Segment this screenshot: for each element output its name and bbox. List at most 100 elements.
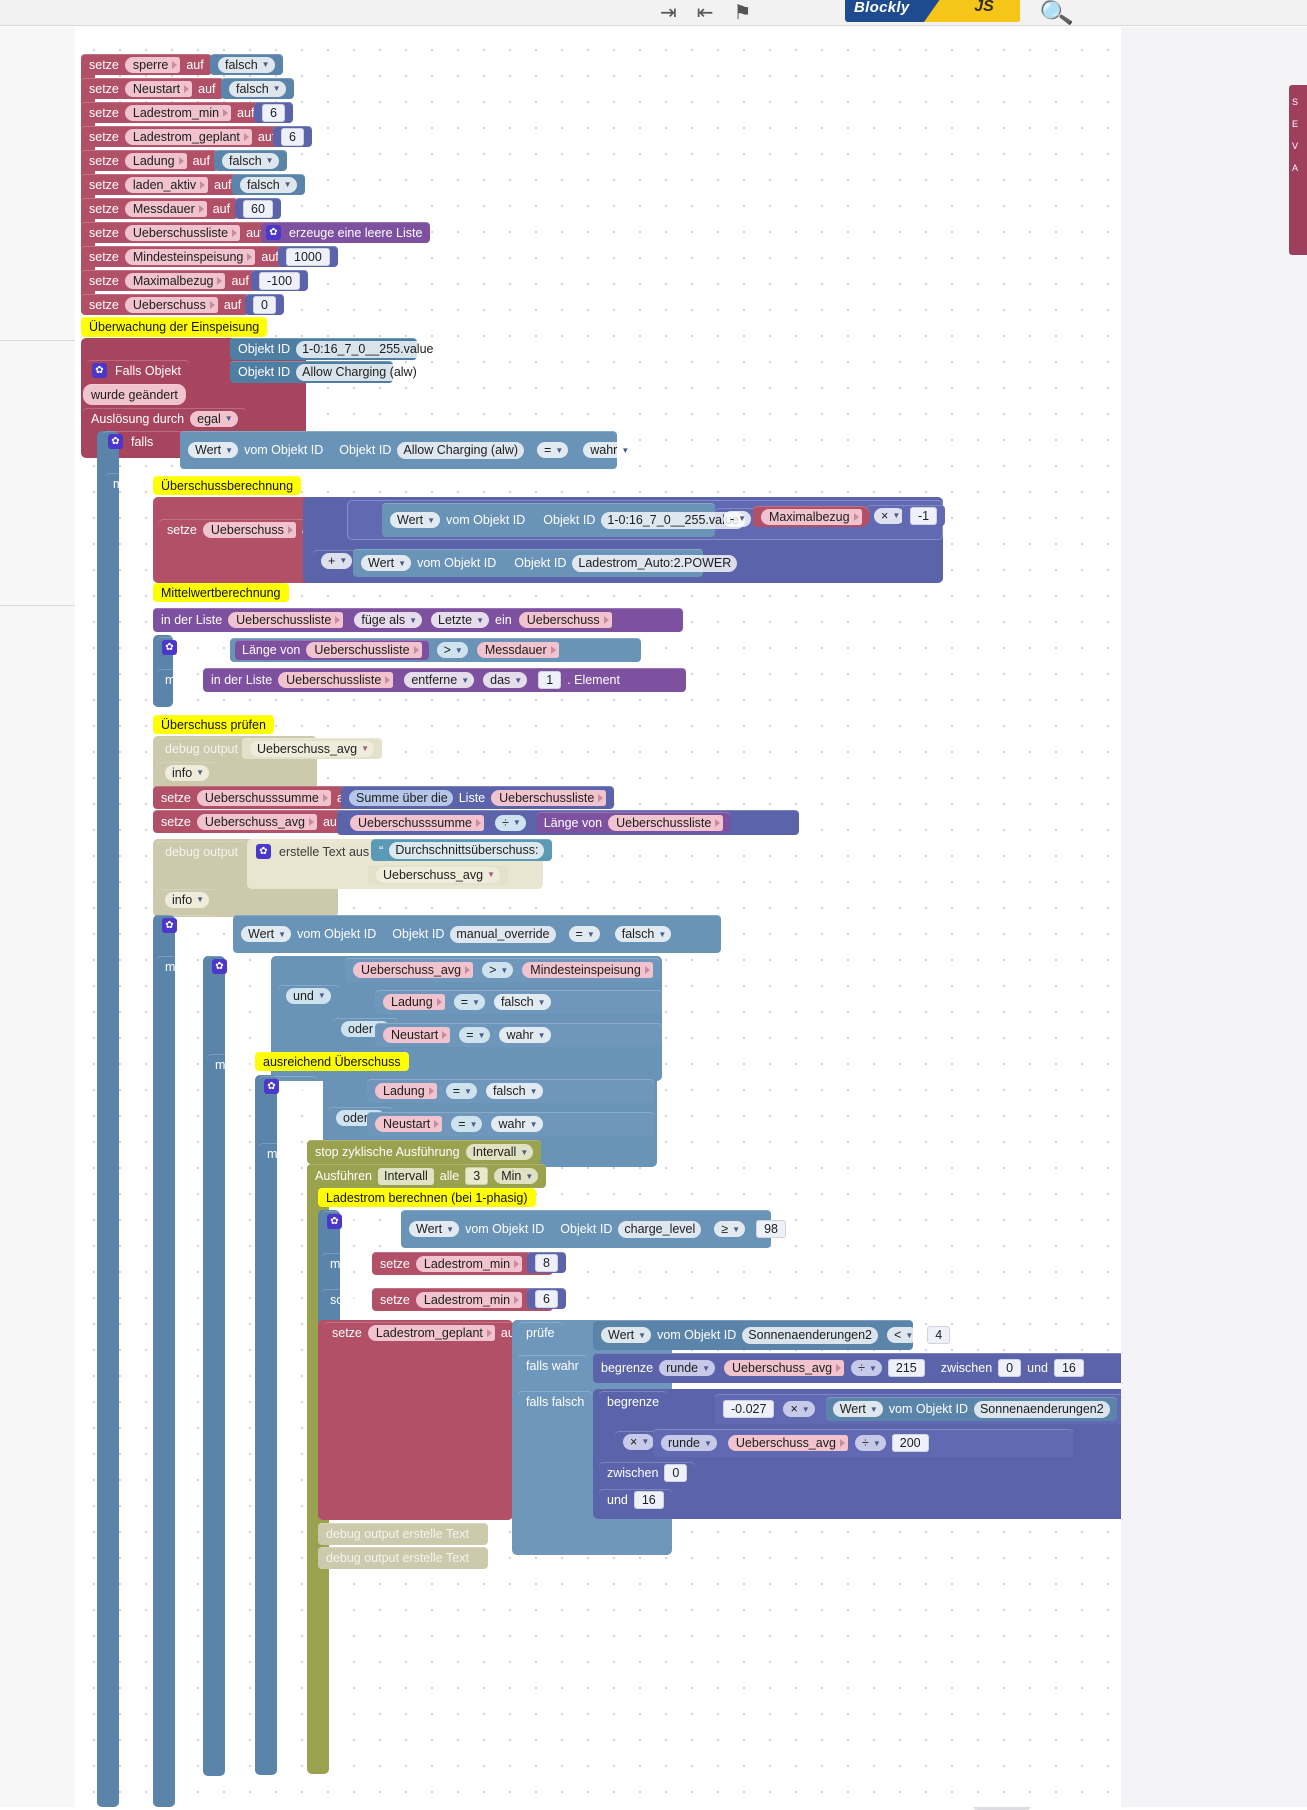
operator-dropdown[interactable]: > ▼	[436, 642, 468, 658]
set-variable-block[interactable]: setze laden_aktiv auf	[81, 174, 240, 195]
number-value-block[interactable]: -100	[251, 270, 309, 291]
number-field[interactable]: 4	[927, 1326, 951, 1344]
operator-dropdown[interactable]: = ▼	[537, 442, 569, 458]
variable-field[interactable]: Ueberschuss_avg	[724, 1360, 845, 1376]
variable-field[interactable]: Ueberschussliste	[306, 642, 422, 658]
operator-dropdown[interactable]: × ▼	[623, 1433, 655, 1450]
gear-icon[interactable]: ✿	[266, 225, 281, 240]
compare-block[interactable]: Wert ▼ vom Objekt ID Objekt ID charge_lev…	[401, 1210, 786, 1248]
variable-field[interactable]: Ueberschussliste	[491, 789, 607, 806]
wert-dropdown[interactable]: Wert ▼	[832, 1401, 883, 1417]
variable-field[interactable]: Ueberschuss	[202, 521, 296, 538]
severity-dropdown[interactable]: info ▼	[165, 891, 210, 908]
list-length-block[interactable]: Länge von Ueberschussliste	[235, 640, 429, 660]
variable-dropdown[interactable]: Ueberschuss_avg ▼	[250, 740, 374, 757]
variable-field[interactable]: Ueberschussliste	[228, 612, 344, 628]
export-icon[interactable]: ⇥	[660, 3, 677, 23]
gear-icon[interactable]: ✿	[92, 363, 107, 378]
number-field[interactable]: -1	[910, 506, 938, 525]
variable-field[interactable]: Ueberschusssumme	[196, 789, 331, 806]
if-allow-charging-spine[interactable]	[97, 431, 119, 1807]
set-variable-block[interactable]: setze Ladestrom_min auf	[81, 102, 263, 123]
value-from-object-block[interactable]: Wert ▼ vom Objekt ID Sonnenaenderungen2	[825, 1397, 1117, 1421]
set-variable-block[interactable]: setze Mindesteinspeisung auf	[81, 246, 287, 267]
gear-icon[interactable]: ✿	[162, 918, 177, 933]
number-field[interactable]: 0	[664, 1463, 688, 1482]
import-icon[interactable]: ⇤	[697, 3, 714, 23]
comment-block[interactable]: ausreichend Überschuss	[255, 1052, 409, 1071]
wert-dropdown[interactable]: Wert ▼	[390, 512, 441, 528]
operator-dropdown[interactable]: ÷ ▼	[494, 814, 526, 831]
number-value-block[interactable]: -1	[902, 505, 946, 526]
boolean-dropdown[interactable]: falsch ▼	[218, 56, 275, 73]
sum-dropdown[interactable]: Summe über die	[349, 789, 453, 806]
debug-output-block[interactable]: debug output erstelle Text	[318, 1547, 488, 1569]
variable-get-block[interactable]: Ueberschuss_avg ▼	[368, 864, 508, 885]
variable-field[interactable]: Maximalbezug	[124, 272, 226, 289]
stop-cyclic-block[interactable]: stop zyklische Ausführung Intervall ▼	[307, 1140, 542, 1164]
operator-dropdown[interactable]: × ▼	[874, 507, 906, 524]
number-field[interactable]: 0	[253, 295, 276, 314]
object-id-field[interactable]: Sonnenaenderungen2	[742, 1326, 879, 1344]
compare-block[interactable]: Ladung = ▼ falsch ▼	[367, 1079, 654, 1103]
variable-field[interactable]: Neustart	[124, 80, 193, 97]
set-variable-block[interactable]: setze Ueberschuss_avg auf	[153, 810, 349, 833]
fuege-als-dropdown[interactable]: füge als ▼	[354, 612, 423, 628]
severity-dropdown[interactable]: info ▼	[165, 764, 210, 781]
runde-dropdown[interactable]: runde ▼	[661, 1435, 717, 1451]
wert-dropdown[interactable]: Wert ▼	[188, 442, 239, 458]
variable-field[interactable]: Ladung	[375, 1083, 437, 1099]
variable-field[interactable]: Mindesteinspeisung	[522, 962, 653, 978]
if-surplus-spine[interactable]	[203, 956, 225, 1776]
comment-block[interactable]: Ladestrom berechnen (bei 1-phasig)	[318, 1188, 536, 1207]
round-divide-block[interactable]: runde ▼ Ueberschuss_avg ÷ ▼ 200	[653, 1429, 1073, 1457]
operator-dropdown[interactable]: = ▼	[453, 994, 485, 1010]
compare-block[interactable]: Wert ▼ vom Objekt ID Objekt ID Allow Char…	[180, 431, 635, 469]
variable-field[interactable]: Ueberschusssumme	[350, 814, 484, 831]
variable-field[interactable]: Ueberschuss_avg	[727, 1435, 848, 1451]
variable-field[interactable]: Ladestrom_geplant	[367, 1324, 495, 1341]
boolean-dropdown[interactable]: wahr ▼	[499, 1027, 551, 1043]
operator-dropdown[interactable]: ÷ ▼	[851, 1360, 882, 1376]
constrain-block[interactable]: begrenze runde ▼ Ueberschuss_avg ÷ ▼ 215 z…	[593, 1353, 1121, 1383]
compare-block[interactable]: Wert ▼ vom Objekt ID Objekt ID manual_ove…	[233, 915, 721, 953]
variable-field[interactable]: Ueberschuss_avg	[353, 962, 474, 978]
object-id-field[interactable]: charge_level	[618, 1220, 702, 1238]
variable-field[interactable]: Ueberschuss	[124, 296, 218, 313]
interval-name-field[interactable]: Intervall	[377, 1167, 434, 1185]
set-variable-block[interactable]: setze Messdauer auf	[81, 198, 239, 219]
number-field[interactable]: 8	[535, 1253, 558, 1272]
variable-field[interactable]: sperre	[124, 56, 181, 73]
compare-block[interactable]: Ladung = ▼ falsch ▼	[375, 990, 662, 1014]
blockly-workspace[interactable]: setze sperre auf falsch ▼ setze Neustart …	[75, 27, 1121, 1807]
set-variable-block[interactable]: setze Neustart auf	[81, 78, 224, 99]
value-from-object-block[interactable]: Wert ▼ vom Objekt ID Objekt ID 1-0:16_7_0…	[382, 503, 745, 537]
number-field[interactable]: 16	[633, 1490, 664, 1509]
compare-block[interactable]: Wert ▼ vom Objekt ID Sonnenaenderungen2 <…	[593, 1320, 951, 1350]
variable-get-block[interactable]: Maximalbezug	[753, 506, 870, 527]
operator-dropdown[interactable]: ÷ ▼	[854, 1435, 886, 1451]
unit-dropdown[interactable]: Min ▼	[494, 1168, 539, 1184]
number-field[interactable]: 1000	[286, 247, 330, 266]
operator-dropdown[interactable]: × ▼	[783, 1401, 815, 1417]
set-variable-block[interactable]: setze Ueberschuss auf	[81, 294, 250, 315]
boolean-dropdown[interactable]: wahr ▼	[583, 442, 635, 458]
variable-field[interactable]: Ueberschuss_avg	[196, 813, 317, 830]
create-empty-list-block[interactable]: ✿ erzeuge eine leere Liste	[261, 222, 431, 243]
number-value-block[interactable]: 6	[527, 1288, 566, 1309]
number-value-block[interactable]: 60	[235, 198, 281, 219]
number-value-block[interactable]: 8	[527, 1252, 566, 1273]
variable-field[interactable]: Ueberschuss	[518, 612, 612, 628]
boolean-dropdown[interactable]: falsch ▼	[614, 926, 672, 942]
toolbox-flyout[interactable]: SEVA	[1289, 85, 1307, 255]
compare-block[interactable]: Neustart = ▼ wahr ▼	[367, 1112, 654, 1136]
variable-field[interactable]: Ueberschussliste	[124, 224, 241, 241]
variable-field[interactable]: Mindesteinspeisung	[124, 248, 256, 265]
variable-field[interactable]: laden_aktiv	[124, 176, 209, 193]
operator-dropdown[interactable]: = ▼	[445, 1083, 477, 1099]
variable-field[interactable]: Ladung	[383, 994, 445, 1010]
operator-dropdown[interactable]: = ▼	[459, 1027, 491, 1043]
position-dropdown[interactable]: Letzte ▼	[431, 612, 490, 628]
variable-dropdown[interactable]: Ueberschuss_avg ▼	[376, 866, 500, 883]
if-manual-override-spine[interactable]	[153, 915, 175, 1807]
